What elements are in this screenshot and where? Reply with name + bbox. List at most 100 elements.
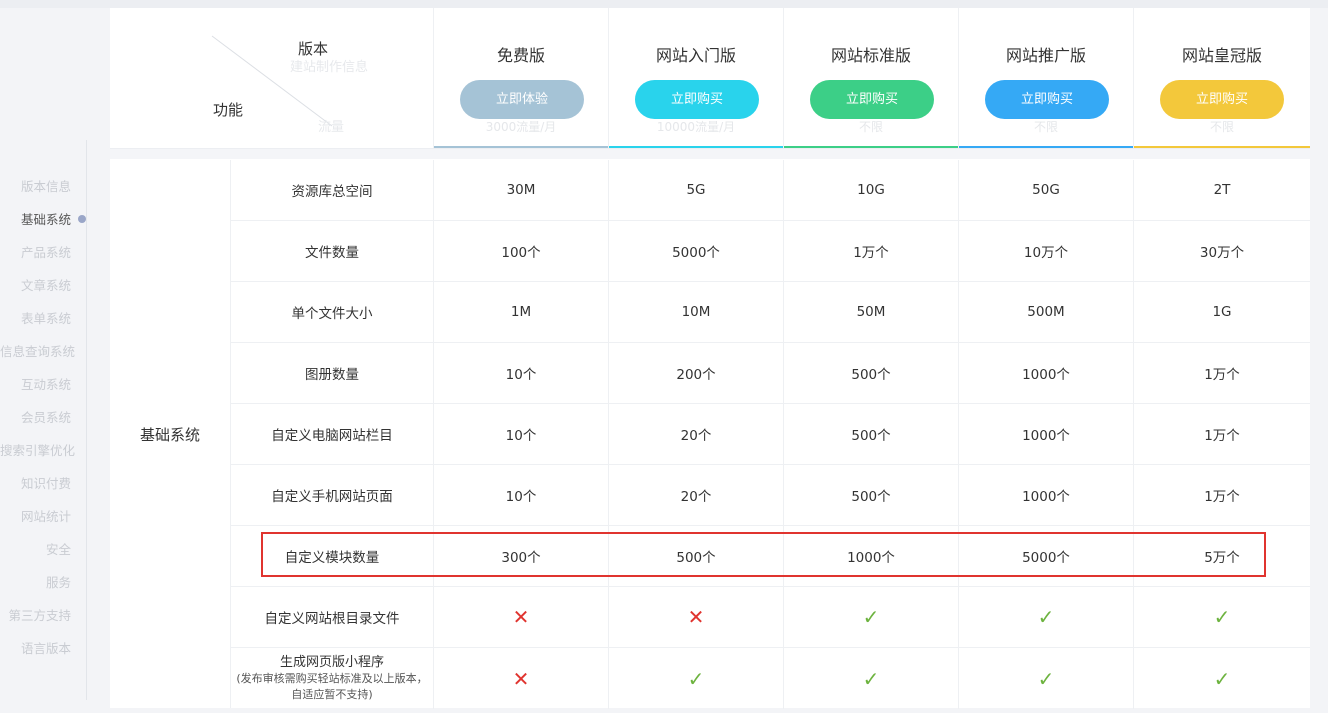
value-cell: 500个 bbox=[784, 465, 959, 525]
value-cell: 1000个 bbox=[959, 404, 1134, 464]
nav-item[interactable]: 文章系统 bbox=[0, 269, 110, 302]
plan-name: 网站推广版 bbox=[1005, 46, 1086, 65]
value-cell: 10个 bbox=[434, 404, 609, 464]
nav-item[interactable]: 信息查询系统 bbox=[0, 335, 110, 368]
plan-traffic: 不限 bbox=[1209, 120, 1234, 134]
check-icon: ✓ bbox=[1213, 605, 1231, 629]
value-cell: 500个 bbox=[784, 343, 959, 403]
feature-name-text: 自定义模块数量 bbox=[284, 550, 380, 566]
feature-name-text: 图册数量 bbox=[305, 367, 359, 383]
value-cell: 1000个 bbox=[959, 465, 1134, 525]
value-text: 1000个 bbox=[1022, 428, 1070, 444]
feature-name: 图册数量 bbox=[231, 343, 434, 403]
category-label: 基础系统 bbox=[110, 160, 231, 708]
plan-traffic: 10000流量/月 bbox=[656, 120, 736, 134]
nav-item[interactable]: 服务 bbox=[0, 566, 110, 599]
nav-item-label: 信息查询系统 bbox=[0, 344, 76, 359]
value-text: 20个 bbox=[680, 428, 712, 444]
value-cell: ✓ bbox=[784, 587, 959, 647]
value-cell: 500M bbox=[959, 282, 1134, 342]
value-cell: 20个 bbox=[609, 404, 784, 464]
feature-name-text: 自定义电脑网站栏目 bbox=[271, 428, 393, 444]
nav-item[interactable]: 搜索引擎优化 bbox=[0, 434, 110, 467]
value-text: 1000个 bbox=[1022, 367, 1070, 383]
nav-item-label: 网站统计 bbox=[20, 509, 71, 524]
value-cell: 500个 bbox=[784, 404, 959, 464]
value-cell: 5G bbox=[609, 160, 784, 220]
plan-name: 免费版 bbox=[496, 46, 545, 65]
value-cell: 5000个 bbox=[959, 526, 1134, 586]
nav-item[interactable]: 版本信息 bbox=[0, 170, 110, 203]
feature-name: 自定义手机网站页面 bbox=[231, 465, 434, 525]
nav-item[interactable]: 互动系统 bbox=[0, 368, 110, 401]
nav-divider bbox=[86, 140, 87, 700]
check-icon: ✓ bbox=[862, 605, 880, 629]
section-nav: 版本信息基础系统产品系统文章系统表单系统信息查询系统互动系统会员系统 搜索引擎优化… bbox=[0, 170, 110, 665]
value-text: 5G bbox=[686, 182, 706, 198]
value-cell: 10个 bbox=[434, 465, 609, 525]
feature-name: 自定义模块数量 bbox=[231, 526, 434, 586]
value-text: 500个 bbox=[676, 550, 716, 566]
nav-item-label: 安全 bbox=[45, 542, 71, 557]
nav-item-label: 知识付费 bbox=[20, 476, 71, 491]
feature-name-text: 自定义手机网站页面 bbox=[271, 489, 393, 505]
value-cell: 100个 bbox=[434, 221, 609, 281]
cross-icon: ✕ bbox=[687, 605, 705, 629]
nav-item-label: 基础系统 bbox=[20, 212, 71, 227]
nav-item-label: 互动系统 bbox=[20, 377, 71, 392]
check-icon: ✓ bbox=[687, 666, 705, 691]
buy-now-button[interactable]: 立即购买 bbox=[1160, 80, 1284, 119]
value-text: 1000个 bbox=[1022, 489, 1070, 505]
value-cell: ✕ bbox=[434, 648, 609, 709]
value-text: 500个 bbox=[851, 367, 891, 383]
feature-name: 单个文件大小 bbox=[231, 282, 434, 342]
plan-free: 免费版 3000流量/月 立即体验 bbox=[434, 8, 609, 148]
value-cell: 1万个 bbox=[1134, 404, 1310, 464]
value-cell: 10万个 bbox=[959, 221, 1134, 281]
nav-item-label: 服务 bbox=[45, 575, 71, 590]
value-text: 1万个 bbox=[1204, 428, 1240, 444]
nav-item[interactable]: 产品系统 bbox=[0, 236, 110, 269]
check-icon: ✓ bbox=[1037, 605, 1055, 629]
nav-item[interactable]: 第三方支持 bbox=[0, 599, 110, 632]
value-cell: ✓ bbox=[1134, 587, 1310, 647]
plan-traffic: 不限 bbox=[858, 120, 883, 134]
nav-item-label: 产品系统 bbox=[20, 245, 71, 260]
plan-name: 网站皇冠版 bbox=[1181, 46, 1262, 65]
buy-now-button[interactable]: 立即购买 bbox=[810, 80, 934, 119]
table-row: 自定义模块数量 300个 500个 1000个 5000个 5万个 bbox=[231, 526, 1310, 587]
nav-item[interactable]: 安全 bbox=[0, 533, 110, 566]
active-dot-icon bbox=[78, 215, 86, 223]
value-cell: 50G bbox=[959, 160, 1134, 220]
feature-name-text: 文件数量 bbox=[305, 245, 359, 261]
plan-starter: 网站入门版 10000流量/月 立即购买 bbox=[609, 8, 784, 148]
value-cell: 200个 bbox=[609, 343, 784, 403]
check-icon: ✓ bbox=[1213, 666, 1231, 691]
value-text: 10M bbox=[681, 304, 711, 320]
nav-item[interactable]: 知识付费 bbox=[0, 467, 110, 500]
nav-item-label: 表单系统 bbox=[20, 311, 71, 326]
nav-item[interactable]: 语言版本 bbox=[0, 632, 110, 665]
pricing-table: 建站制作信息 流量 版本 功能 免费版 3000流量/月 立即体验 网站入门版 … bbox=[110, 8, 1310, 709]
feature-name: 生成网页版小程序 (发布审核需购买轻站标准及以上版本，自适应暂不支持) bbox=[231, 648, 434, 709]
nav-item[interactable]: 会员系统 bbox=[0, 401, 110, 434]
feature-label: 功能 bbox=[213, 101, 244, 119]
value-text: 1万个 bbox=[853, 245, 889, 261]
plan-traffic: 3000流量/月 bbox=[485, 120, 557, 134]
cross-icon: ✕ bbox=[512, 605, 530, 629]
value-text: 30万个 bbox=[1199, 245, 1245, 261]
table-row: 单个文件大小 1M 10M 50M 500M 1G bbox=[231, 282, 1310, 343]
nav-item[interactable]: 基础系统 bbox=[0, 203, 110, 236]
value-cell: 50M bbox=[784, 282, 959, 342]
value-text: 300个 bbox=[501, 550, 541, 566]
buy-now-button[interactable]: 立即购买 bbox=[985, 80, 1109, 119]
nav-item[interactable]: 表单系统 bbox=[0, 302, 110, 335]
try-now-button[interactable]: 立即体验 bbox=[460, 80, 584, 119]
nav-item[interactable]: 网站统计 bbox=[0, 500, 110, 533]
header-separator bbox=[110, 148, 1310, 159]
value-text: 5万个 bbox=[1204, 550, 1240, 566]
version-label: 版本 bbox=[298, 40, 329, 58]
feature-name-text: 单个文件大小 bbox=[291, 306, 373, 322]
buy-now-button[interactable]: 立即购买 bbox=[635, 80, 759, 119]
table-row: 自定义电脑网站栏目 10个 20个 500个 1000个 1万个 bbox=[231, 404, 1310, 465]
